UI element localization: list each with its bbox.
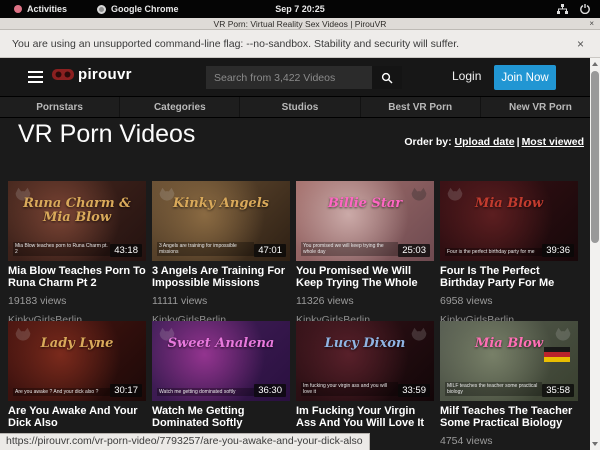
video-views: 11111 views — [152, 295, 290, 307]
thumb-overlay-caption: 3 Angels are training for impossible mis… — [157, 242, 254, 256]
app-name-label: Google Chrome — [111, 4, 179, 14]
nav-item-categories[interactable]: Categories — [119, 97, 239, 117]
duration-badge: 43:18 — [110, 244, 142, 257]
tab-title: VR Porn: Virtual Reality Sex Videos | Pi… — [214, 19, 387, 29]
page-title: VR Porn Videos — [18, 120, 195, 149]
thumb-overlay-name: Runa Charm & Mia Blow — [14, 197, 140, 225]
thumb-overlay-name: Kinky Angels — [158, 197, 284, 211]
video-card[interactable]: Runa Charm & Mia Blow Mia Blow teaches p… — [8, 181, 146, 326]
menu-hamburger-icon[interactable] — [28, 71, 43, 83]
video-views: 6958 views — [440, 295, 578, 307]
page-scrollbar[interactable] — [590, 58, 600, 450]
site-viewport: pirouvr Login Join Now Pornstars Categor… — [0, 58, 600, 450]
warning-message: You are using an unsupported command-lin… — [12, 38, 459, 50]
video-views: 11326 views — [296, 295, 434, 307]
thumb-overlay-caption: Im fucking your virgin ass and you will … — [301, 382, 398, 396]
thumb-overlay-caption: You promised we will keep trying the who… — [301, 242, 398, 256]
order-by-label: Order by: — [404, 136, 451, 148]
thumb-overlay-caption: Four is the perfect birthday party for m… — [445, 248, 542, 256]
focused-app-menu[interactable]: Google Chrome — [67, 4, 179, 14]
nav-item-studios[interactable]: Studios — [239, 97, 359, 117]
video-title-link[interactable]: 3 Angels Are Training For Impossible Mis… — [152, 265, 290, 289]
nav-item-pornstars[interactable]: Pornstars — [0, 97, 119, 117]
video-card[interactable]: Mia Blow MILF teaches the teacher some p… — [440, 321, 578, 450]
thumb-overlay-name: Lady Lyne — [14, 337, 140, 351]
nav-item-best-vr-porn[interactable]: Best VR Porn — [360, 97, 480, 117]
duration-badge: 36:30 — [254, 384, 286, 397]
thumb-overlay-caption: Are you awake ? And your dick also ? — [13, 388, 110, 396]
duration-badge: 25:03 — [398, 244, 430, 257]
network-icon[interactable] — [557, 4, 568, 14]
thumb-overlay-caption: Watch me getting dominated softly — [157, 388, 254, 396]
search-box — [206, 66, 402, 89]
main-nav: Pornstars Categories Studios Best VR Por… — [0, 96, 600, 118]
thumb-overlay-name: Lucy Dixon — [302, 337, 428, 351]
search-input[interactable] — [206, 66, 372, 89]
video-thumbnail[interactable]: Runa Charm & Mia Blow Mia Blow teaches p… — [8, 181, 146, 261]
video-thumbnail[interactable]: Lucy Dixon Im fucking your virgin ass an… — [296, 321, 434, 401]
order-link-most-viewed[interactable]: Most viewed — [522, 136, 584, 148]
video-thumbnail[interactable]: Kinky Angels 3 Angels are training for i… — [152, 181, 290, 261]
thumb-overlay-name: Mia Blow — [446, 337, 572, 351]
status-url-tooltip: https://pirouvr.com/vr-porn-video/779325… — [0, 433, 370, 450]
video-thumbnail[interactable]: Mia Blow MILF teaches the teacher some p… — [440, 321, 578, 401]
nav-item-new-vr-porn[interactable]: New VR Porn — [480, 97, 600, 117]
vr-goggles-icon — [52, 68, 74, 81]
site-header: pirouvr Login Join Now — [0, 58, 600, 96]
video-title-link[interactable]: You Promised We Will Keep Trying The Who… — [296, 265, 434, 289]
activities-label: Activities — [27, 4, 67, 14]
join-now-button[interactable]: Join Now — [494, 65, 556, 90]
chrome-icon — [97, 5, 106, 14]
video-views: 19183 views — [8, 295, 146, 307]
video-thumbnail[interactable]: Sweet Analena Watch me getting dominated… — [152, 321, 290, 401]
site-logo[interactable]: pirouvr — [52, 66, 132, 83]
browser-tab-bar: VR Porn: Virtual Reality Sex Videos | Pi… — [0, 18, 600, 30]
scrollbar-thumb[interactable] — [591, 71, 599, 243]
order-link-upload-date[interactable]: Upload date — [455, 136, 515, 148]
thumb-overlay-name: Billie Star — [302, 197, 428, 211]
video-title-link[interactable]: Watch Me Getting Dominated Softly — [152, 405, 290, 429]
video-card[interactable]: Lady Lyne Are you awake ? And your dick … — [8, 321, 146, 450]
duration-badge: 33:59 — [398, 384, 430, 397]
thumb-overlay-caption: MILF teaches the teacher some practical … — [445, 382, 542, 396]
thumb-overlay-caption: Mia Blow teaches porn to Runa Charm pt. … — [13, 242, 110, 256]
video-card[interactable]: Lucy Dixon Im fucking your virgin ass an… — [296, 321, 434, 450]
video-title-link[interactable]: Milf Teaches The Teacher Some Practical … — [440, 405, 578, 429]
duration-badge: 30:17 — [110, 384, 142, 397]
thumb-overlay-name: Sweet Analena — [158, 337, 284, 351]
video-title-link[interactable]: Im Fucking Your Virgin Ass And You Will … — [296, 405, 434, 429]
power-icon[interactable] — [580, 4, 590, 14]
video-thumbnail[interactable]: Billie Star You promised we will keep tr… — [296, 181, 434, 261]
thumb-overlay-name: Mia Blow — [446, 197, 572, 211]
record-indicator-icon — [14, 5, 22, 13]
warning-close-icon[interactable]: × — [577, 37, 584, 51]
order-separator: | — [515, 136, 522, 148]
video-title-link[interactable]: Are You Awake And Your Dick Also — [8, 405, 146, 429]
video-title-link[interactable]: Mia Blow Teaches Porn To Runa Charm Pt 2 — [8, 265, 146, 289]
search-button[interactable] — [372, 66, 402, 89]
video-thumbnail[interactable]: Mia Blow Four is the perfect birthday pa… — [440, 181, 578, 261]
duration-badge: 47:01 — [254, 244, 286, 257]
video-card[interactable]: Kinky Angels 3 Angels are training for i… — [152, 181, 290, 326]
video-card[interactable]: Billie Star You promised we will keep tr… — [296, 181, 434, 326]
login-link[interactable]: Login — [452, 69, 481, 83]
chrome-warning-bar: You are using an unsupported command-lin… — [0, 30, 600, 58]
system-top-bar: Activities Google Chrome Sep 7 20:25 — [0, 0, 600, 18]
scrollbar-down-arrow-icon[interactable] — [592, 442, 598, 446]
video-grid-row-2: Lady Lyne Are you awake ? And your dick … — [8, 321, 578, 450]
duration-badge: 35:58 — [542, 384, 574, 397]
video-card[interactable]: Sweet Analena Watch me getting dominated… — [152, 321, 290, 450]
video-thumbnail[interactable]: Lady Lyne Are you awake ? And your dick … — [8, 321, 146, 401]
order-by-controls: Order by: Upload date|Most viewed — [404, 136, 584, 148]
video-title-link[interactable]: Four Is The Perfect Birthday Party For M… — [440, 265, 578, 289]
activities-button[interactable]: Activities — [0, 4, 67, 14]
search-icon — [381, 72, 393, 84]
duration-badge: 39:36 — [542, 244, 574, 257]
tab-close-icon[interactable]: × — [589, 18, 594, 30]
video-grid-row-1: Runa Charm & Mia Blow Mia Blow teaches p… — [8, 181, 578, 326]
video-views: 4754 views — [440, 435, 578, 447]
logo-text: pirouvr — [78, 66, 132, 83]
scrollbar-up-arrow-icon[interactable] — [592, 62, 598, 66]
video-card[interactable]: Mia Blow Four is the perfect birthday pa… — [440, 181, 578, 326]
